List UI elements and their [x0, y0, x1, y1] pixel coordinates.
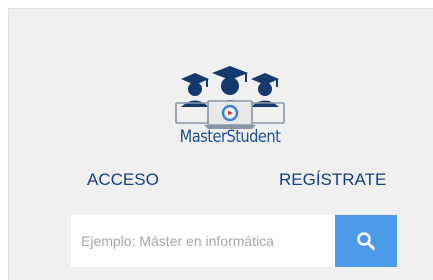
masterstudent-logo[interactable]: MasterStudent	[168, 65, 292, 157]
login-link[interactable]: ACCESO	[87, 170, 159, 190]
register-link[interactable]: REGÍSTRATE	[279, 170, 386, 190]
brand-name: MasterStudent	[179, 127, 281, 147]
search-input[interactable]	[71, 215, 335, 267]
search-button[interactable]	[335, 215, 397, 267]
header-panel: MasterStudent ACCESO REGÍSTRATE	[8, 8, 433, 280]
search-icon	[357, 232, 375, 250]
search-bar	[71, 215, 397, 267]
graduates-laptops-icon	[175, 66, 285, 129]
